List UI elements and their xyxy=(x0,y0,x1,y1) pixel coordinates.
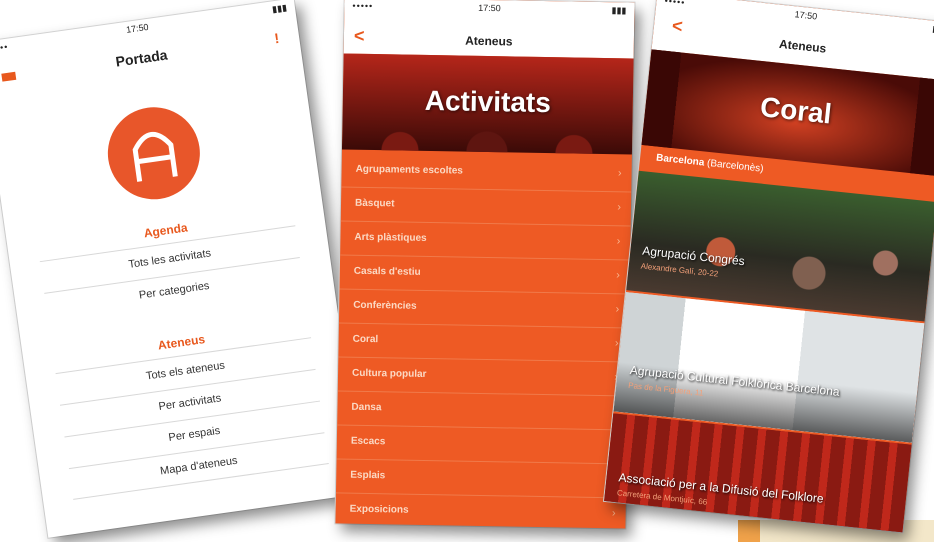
list-item[interactable]: Esplais› xyxy=(335,459,627,499)
list-item-label: Esplais xyxy=(350,469,386,482)
hero-title: Activitats xyxy=(424,84,552,119)
chevron-right-icon: › xyxy=(617,201,622,214)
chevron-right-icon: › xyxy=(616,235,621,248)
battery-icon: ▮▮▮ xyxy=(271,2,288,15)
list-item[interactable]: Bàsquet › xyxy=(340,187,632,227)
list-item[interactable]: Dansa› xyxy=(337,391,628,431)
page-title: Ateneus xyxy=(465,33,513,49)
list-item-label: Escacs xyxy=(350,435,386,448)
chevron-right-icon: › xyxy=(614,337,619,350)
list-item[interactable]: Casals d'estiu › xyxy=(339,255,631,295)
city-region: (Barcelonès) xyxy=(703,157,765,175)
app-logo xyxy=(101,101,206,206)
list-item[interactable]: Agrupaments escoltes › xyxy=(341,153,632,193)
list-item-label: Arts plàstiques xyxy=(354,231,427,244)
list-item[interactable]: Arts plàstiques › xyxy=(340,221,631,261)
list-item[interactable]: Conferències › xyxy=(338,289,630,329)
chevron-right-icon: › xyxy=(611,507,616,520)
battery-icon: ▮▮▮ xyxy=(611,5,627,16)
phone-activitats: ••••• 17:50 ▮▮▮ < Ateneus Activitats Agr… xyxy=(335,0,635,529)
hero-banner: Activitats xyxy=(341,53,634,155)
chevron-right-icon: › xyxy=(617,167,622,180)
card-title: Agrupació Cultural Folklòrica Barcelona xyxy=(629,362,841,399)
list-item-label: Agrupaments escoltes xyxy=(355,163,463,177)
list-item-label: Exposicions xyxy=(349,503,409,516)
list-item-label: Bàsquet xyxy=(354,197,395,210)
list-item-label: Dansa xyxy=(351,401,382,414)
status-time: 17:50 xyxy=(478,2,501,14)
chevron-right-icon: › xyxy=(615,303,620,316)
status-bar: ••••• 17:50 ▮▮▮ xyxy=(344,0,634,19)
list-item[interactable]: Exposicions › xyxy=(335,493,626,529)
navbar: ••••• 17:50 ▮▮▮ < Ateneus xyxy=(343,0,635,59)
list-item[interactable]: Escacs› xyxy=(336,425,628,465)
phone-portada: ••••• 17:50 ▮▮▮ Portada ! Agenda Tots le… xyxy=(0,0,364,538)
list-item-label: Coral xyxy=(352,333,379,346)
list-item-label: Conferències xyxy=(353,299,417,312)
hero-title: Coral xyxy=(758,91,834,130)
city-name: Barcelona xyxy=(655,152,705,169)
list-item-label: Cultura popular xyxy=(351,367,427,380)
chevron-right-icon: › xyxy=(616,269,620,282)
list-item[interactable]: Cultura popular› xyxy=(337,357,629,397)
list-item-label: Casals d'estiu xyxy=(353,265,421,278)
list-item[interactable]: Coral › xyxy=(338,323,629,363)
phone-coral: ••••• 17:50 ▮▮▮ < Ateneus Coral Barcelon… xyxy=(604,0,934,533)
